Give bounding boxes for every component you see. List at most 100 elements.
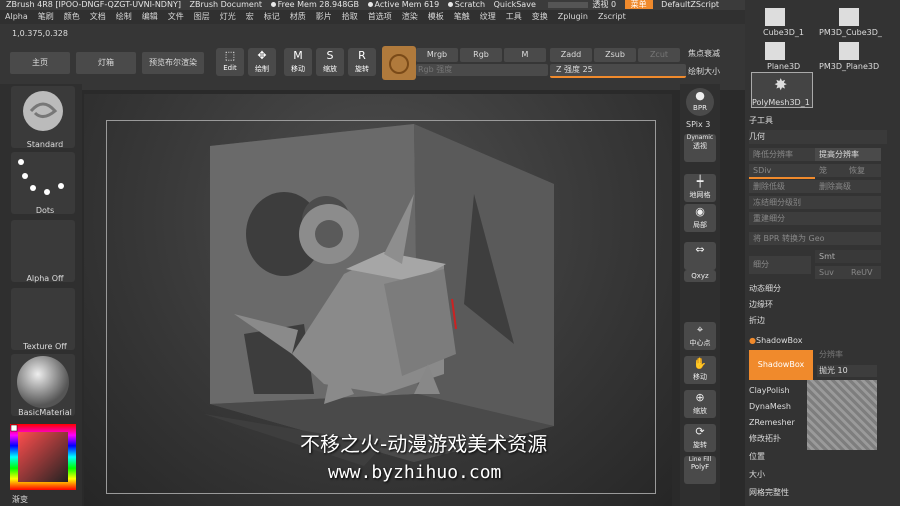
size-section[interactable]: 大小	[749, 468, 887, 482]
subtool-section[interactable]: 子工具	[749, 114, 887, 128]
m-button[interactable]: M	[504, 48, 546, 62]
position-section[interactable]: 位置	[749, 450, 887, 464]
center-icon: ⌖	[696, 323, 704, 336]
alpha-button[interactable]	[11, 220, 75, 282]
menu-item[interactable]: 图层	[194, 12, 210, 21]
rotate-button[interactable]: R 旋转	[348, 48, 376, 76]
default-script[interactable]: DefaultZScript	[661, 0, 719, 9]
menu-item[interactable]: 笔刷	[38, 12, 54, 21]
suv-toggle[interactable]: Suv	[815, 266, 847, 279]
higher-res-button[interactable]: 提高分辨率	[815, 148, 881, 161]
draw-button[interactable]: ✥ 绘制	[248, 48, 276, 76]
delete-lower-button[interactable]: 删除低级	[749, 180, 815, 193]
rgb-intensity-slider[interactable]: Rgb 强度	[416, 64, 548, 76]
center-button[interactable]: ⌖ 中心点	[684, 322, 716, 350]
draw-size-slider[interactable]: 绘制大小	[688, 66, 720, 77]
menu-item[interactable]: 渲染	[402, 12, 418, 21]
menu-item[interactable]: 宏	[246, 12, 254, 21]
menu-button[interactable]: 菜单	[624, 0, 653, 9]
floor-button[interactable]: ┿ 地网格	[684, 174, 716, 202]
focal-shift-slider[interactable]: 焦点衰减	[688, 48, 720, 59]
menu-item[interactable]: 笔触	[454, 12, 470, 21]
menu-item[interactable]: Alpha	[5, 12, 28, 21]
xyz-button[interactable]: Qxyz	[684, 270, 716, 282]
brush-button[interactable]	[11, 86, 75, 148]
menu-item[interactable]: 影片	[316, 12, 332, 21]
menu-item[interactable]: 拾取	[342, 12, 358, 21]
bpr-button[interactable]: ● BPR	[686, 88, 714, 116]
divide-button[interactable]: 细分	[749, 256, 811, 274]
reuv-button[interactable]: ReUV	[847, 266, 881, 279]
app-title: ZBrush 4R8 [IPOO-DNGF-QZGT-UVNI-NDNY]	[6, 0, 181, 9]
polish-slider[interactable]: 抛光 10	[817, 365, 877, 377]
menu-item[interactable]: 文件	[168, 12, 184, 21]
resolution-slider[interactable]: 分辨率	[819, 349, 843, 360]
scale-view-button[interactable]: ⊕ 缩放	[684, 390, 716, 418]
cage-button[interactable]: 笼	[815, 164, 845, 177]
menu-item[interactable]: 模板	[428, 12, 444, 21]
move-button[interactable]: M 移动	[284, 48, 312, 76]
color-picker[interactable]	[10, 424, 76, 490]
shadowbox-button[interactable]: ShadowBox	[749, 350, 813, 380]
perspective-button[interactable]: Dynamic 透视	[684, 134, 716, 162]
delete-higher-button[interactable]: 删除高级	[815, 180, 881, 193]
convert-bpr-button[interactable]: 将 BPR 转换为 Geo	[749, 232, 881, 245]
rotate-view-button[interactable]: ⟳ 旋转	[684, 424, 716, 452]
menu-item[interactable]: 纹理	[480, 12, 496, 21]
menu-item[interactable]: 文档	[90, 12, 106, 21]
menu-item[interactable]: Zscript	[598, 12, 626, 21]
zcut-button[interactable]: Zcut	[638, 48, 680, 62]
tool-thumb[interactable]: PM3D_Plane3D	[819, 62, 879, 71]
shadowbox-section[interactable]: ●ShadowBox	[749, 334, 887, 348]
edit-button[interactable]: ⬚ Edit	[216, 48, 244, 76]
tool-thumb[interactable]: PM3D_Cube3D_	[819, 28, 882, 37]
lower-res-button[interactable]: 降低分辨率	[749, 148, 815, 161]
geometry-section[interactable]: 几何	[749, 130, 887, 144]
edge-loop-section[interactable]: 边缘环	[749, 298, 887, 312]
menu-item[interactable]: 变换	[532, 12, 548, 21]
spix-slider[interactable]: SPix 3	[686, 120, 710, 129]
sdiv-slider[interactable]: SDiv	[749, 164, 815, 179]
rgb-button[interactable]: Rgb	[460, 48, 502, 62]
preview-render-button[interactable]: 预览布尔渲染	[142, 52, 204, 74]
menu-item[interactable]: 颜色	[64, 12, 80, 21]
freeze-subdiv-button[interactable]: 冻结细分级别	[749, 196, 881, 209]
polymesh-thumb[interactable]: ✸ PolyMesh3D_1	[751, 72, 813, 108]
material-button[interactable]	[11, 354, 75, 416]
texture-button[interactable]	[11, 288, 75, 350]
crease-section[interactable]: 折边	[749, 314, 887, 328]
restore-button[interactable]: 恢复	[845, 164, 881, 177]
tool-thumb[interactable]: Plane3D	[767, 62, 800, 71]
menu-item[interactable]: Zplugin	[558, 12, 588, 21]
rotate-icon: ⟳	[695, 425, 705, 438]
menu-item[interactable]: 绘制	[116, 12, 132, 21]
mesh-integrity-section[interactable]: 网格完整性	[749, 486, 887, 500]
solo-button[interactable]: ◉ 局部	[684, 204, 716, 232]
lightbox-button[interactable]: 灯箱	[76, 52, 136, 74]
dot-icon: ●	[749, 336, 756, 345]
material-swatch[interactable]	[382, 46, 416, 80]
quicksave-button[interactable]: QuickSave	[494, 0, 536, 9]
menu-item[interactable]: 工具	[506, 12, 522, 21]
stroke-button[interactable]	[11, 152, 75, 214]
zsub-button[interactable]: Zsub	[594, 48, 636, 62]
move-view-button[interactable]: ✋ 移动	[684, 356, 716, 384]
menu-item[interactable]: 灯光	[220, 12, 236, 21]
menu-item[interactable]: 编辑	[142, 12, 158, 21]
tool-thumb[interactable]: Cube3D_1	[763, 28, 804, 37]
menu-item[interactable]: 首选项	[368, 12, 392, 21]
scratch[interactable]: Scratch	[447, 0, 485, 9]
reconstruct-subdiv-button[interactable]: 重建细分	[749, 212, 881, 225]
home-button[interactable]: 主页	[10, 52, 70, 74]
smt-toggle[interactable]: Smt	[815, 250, 881, 263]
zadd-button[interactable]: Zadd	[550, 48, 592, 62]
scale-button[interactable]: S 缩放	[316, 48, 344, 76]
menu-item[interactable]: 标记	[264, 12, 280, 21]
menu-item[interactable]: 材质	[290, 12, 306, 21]
dynamic-subdiv-section[interactable]: 动态细分	[749, 282, 887, 296]
transparency-slider[interactable]: 透视 0	[544, 0, 616, 9]
mrgb-button[interactable]: Mrgb	[416, 48, 458, 62]
z-intensity-slider[interactable]: Z 强度 25	[550, 64, 686, 78]
frame-button[interactable]: ⇔	[684, 242, 716, 270]
linefill-button[interactable]: Line Fill PolyF	[684, 456, 716, 484]
